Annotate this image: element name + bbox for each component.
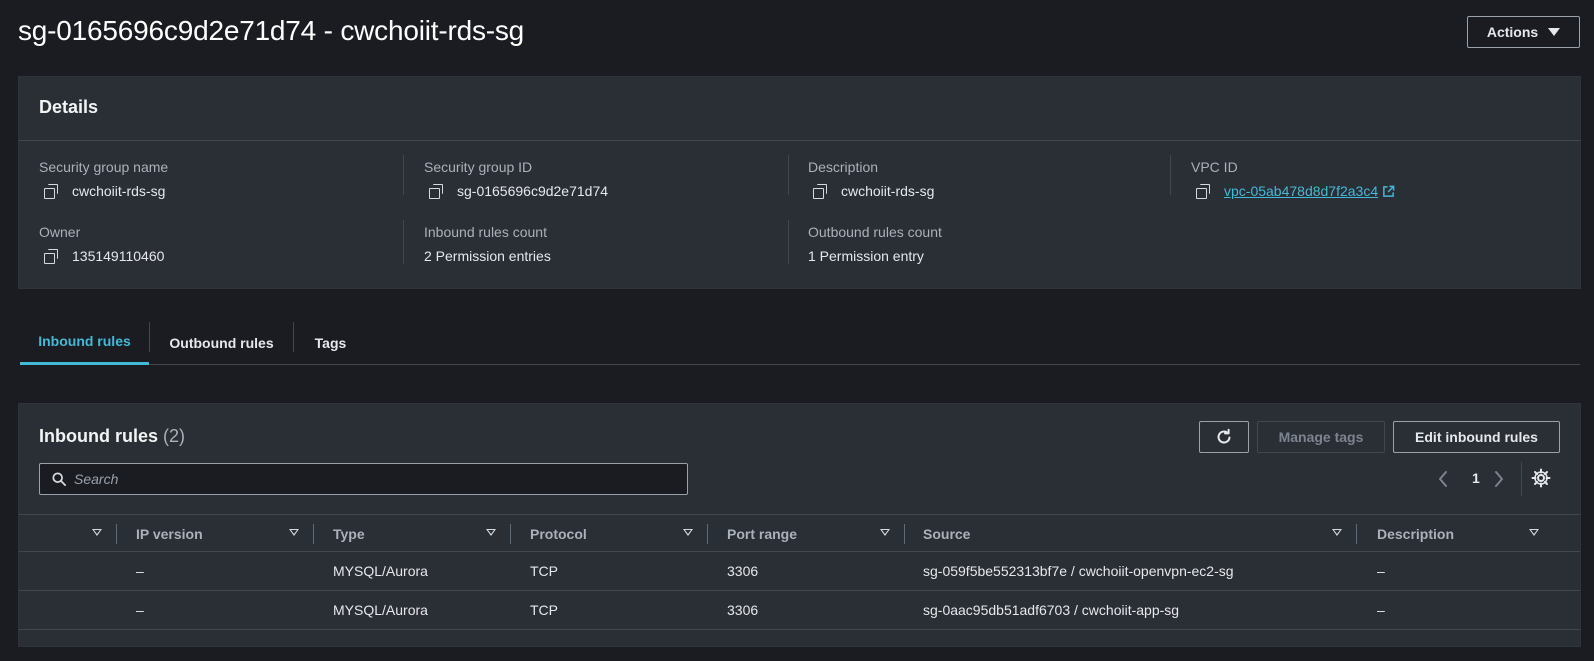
sort-icon[interactable] [683,529,693,536]
column-divider [403,220,404,264]
column-divider[interactable] [313,524,314,544]
cell-type: MYSQL/Aurora [333,602,428,618]
inbound-rules-heading: Inbound rules (2) [39,426,185,447]
pager-divider [1521,462,1522,496]
sort-icon[interactable] [880,529,890,536]
field-inbound-count: Inbound rules count 2 Permission entries [424,223,551,265]
tab-outbound-rules[interactable]: Outbound rules [150,320,293,365]
column-divider[interactable] [116,524,117,544]
edit-inbound-rules-button[interactable]: Edit inbound rules [1393,421,1560,453]
field-label: Security group name [39,159,169,175]
cell-description: – [1377,563,1385,579]
column-divider[interactable] [1356,524,1357,544]
table-row[interactable]: – MYSQL/Aurora TCP 3306 sg-0aac95db51adf… [19,591,1580,630]
copy-icon[interactable] [44,184,58,199]
cell-source: sg-059f5be552313bf7e / cwchoiit-openvpn-… [923,563,1234,579]
outbound-count-value: 1 Permission entry [808,248,924,264]
sg-name-value: cwchoiit-rds-sg [72,183,166,199]
cell-ip-version: – [136,563,144,579]
column-protocol[interactable]: Protocol [530,515,587,552]
column-divider[interactable] [904,524,905,544]
cell-type: MYSQL/Aurora [333,563,428,579]
field-label: VPC ID [1191,159,1238,175]
tab-tags[interactable]: Tags [294,320,367,365]
cell-port-range: 3306 [727,602,759,618]
copy-icon[interactable] [813,184,827,199]
manage-tags-button[interactable]: Manage tags [1257,421,1385,453]
chevron-right-icon[interactable] [1493,466,1505,492]
column-divider [1170,155,1171,195]
field-label: Security group ID [424,159,533,175]
description-value: cwchoiit-rds-sg [841,183,935,199]
tab-inbound-rules[interactable]: Inbound rules [20,320,149,365]
inbound-rules-title: Inbound rules [39,426,158,446]
inbound-count-value: 2 Permission entries [424,248,551,264]
inbound-rules-panel: Inbound rules (2) Manage tags Edit inbou… [18,403,1581,647]
column-port-range[interactable]: Port range [727,515,797,552]
field-label: Outbound rules count [808,224,942,240]
owner-value: 135149110460 [72,248,165,264]
gear-icon[interactable] [1531,468,1551,488]
column-source[interactable]: Source [923,515,970,552]
column-description[interactable]: Description [1377,515,1454,552]
sort-icon[interactable] [486,529,496,536]
column-divider[interactable] [707,524,708,544]
field-description: Description cwchoiit-rds-sg [808,158,934,200]
table-row[interactable]: – MYSQL/Aurora TCP 3306 sg-059f5be552313… [19,552,1580,591]
column-type[interactable]: Type [333,515,365,552]
field-label: Owner [39,224,81,240]
page-title: sg-0165696c9d2e71d74 - cwchoiit-rds-sg [18,15,525,46]
sg-id-value: sg-0165696c9d2e71d74 [457,183,609,199]
cell-protocol: TCP [530,563,558,579]
actions-label: Actions [1486,24,1539,40]
cell-protocol: TCP [530,602,558,618]
field-label: Description [808,159,879,175]
refresh-icon [1217,428,1231,444]
column-divider[interactable] [510,524,511,544]
column-divider [788,155,789,195]
search-icon [52,472,66,486]
details-panel: Details Security group name cwchoiit-rds… [18,76,1581,289]
copy-icon[interactable] [1196,184,1210,199]
cell-ip-version: – [136,602,144,618]
column-ip-version[interactable]: IP version [136,515,203,552]
refresh-button[interactable] [1199,421,1249,453]
external-link-icon[interactable] [1382,185,1395,198]
copy-icon[interactable] [429,184,443,199]
search-input[interactable] [74,471,634,487]
cell-source: sg-0aac95db51adf6703 / cwchoiit-app-sg [923,602,1180,618]
sort-icon[interactable] [289,529,299,536]
page-header: sg-0165696c9d2e71d74 - cwchoiit-rds-sg A… [18,14,1580,54]
sort-icon[interactable] [1332,529,1342,536]
inbound-rules-count: (2) [163,426,186,446]
field-label: Inbound rules count [424,224,547,240]
sort-icon[interactable] [1529,529,1539,536]
column-divider [403,155,404,195]
tab-bar: Inbound rules Outbound rules Tags [20,320,1580,365]
field-owner: Owner 135149110460 [39,223,164,265]
column-divider [788,220,789,264]
details-title: Details [39,97,99,117]
chevron-left-icon[interactable] [1437,466,1449,492]
table-header: IP version Type Protocol Port range Sour… [19,514,1580,552]
field-sg-name: Security group name cwchoiit-rds-sg [39,158,168,200]
caret-down-icon [1548,28,1561,36]
cell-description: – [1377,602,1385,618]
actions-button[interactable]: Actions [1467,16,1580,48]
field-vpc-id: VPC ID vpc-05ab478d8d7f2a3c4 [1191,158,1395,200]
sort-icon[interactable] [92,529,102,536]
details-divider [19,140,1580,141]
cell-port-range: 3306 [727,563,759,579]
page-number[interactable]: 1 [1472,470,1480,486]
field-sg-id: Security group ID sg-0165696c9d2e71d74 [424,158,608,200]
copy-icon[interactable] [44,249,58,264]
search-box [39,463,688,495]
field-outbound-count: Outbound rules count 1 Permission entry [808,223,942,265]
vpc-id-link[interactable]: vpc-05ab478d8d7f2a3c4 [1224,182,1378,200]
